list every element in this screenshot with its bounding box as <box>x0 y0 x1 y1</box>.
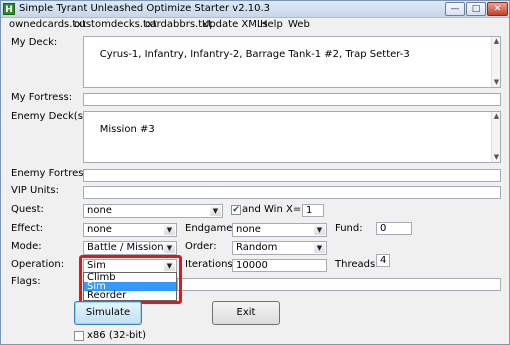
threads-label: Threads: <box>335 259 379 270</box>
effect-label: Effect: <box>11 223 44 234</box>
endgame-select[interactable]: none ▼ <box>232 223 327 237</box>
enemy-fortress-input[interactable] <box>83 169 501 182</box>
menu-update-xmls[interactable]: Update XMLs <box>202 18 268 32</box>
close-button[interactable]: ✕ <box>487 2 508 16</box>
scroll-down-icon[interactable]: ▼ <box>493 79 500 86</box>
exit-button[interactable]: Exit <box>212 301 280 325</box>
scroll-up-icon[interactable]: ▲ <box>493 38 500 45</box>
chevron-down-icon: ▼ <box>164 225 175 235</box>
enemy-decks-value: Mission #3 <box>99 124 155 135</box>
title-bar: H Simple Tyrant Unleashed Optimize Start… <box>1 1 509 18</box>
mode-value: Battle / Mission <box>87 242 164 253</box>
and-win-label: and Win <box>242 204 283 215</box>
iterations-label: Iterations: <box>185 259 236 270</box>
enemy-decks-scrollbar[interactable]: ▲ ▼ <box>491 112 500 162</box>
minimize-button[interactable]: — <box>445 2 465 16</box>
chevron-down-icon: ▼ <box>314 225 325 235</box>
quest-select[interactable]: none ▼ <box>83 204 223 218</box>
fund-input[interactable]: 0 <box>376 222 412 235</box>
enemy-decks-label: Enemy Deck(s): <box>11 111 91 122</box>
simulate-button[interactable]: Simulate <box>74 301 142 325</box>
maximize-button[interactable]: □ <box>466 2 486 16</box>
order-label: Order: <box>185 241 217 252</box>
chevron-down-icon: ▼ <box>164 243 175 253</box>
my-fortress-input[interactable] <box>83 93 501 106</box>
window-title: Simple Tyrant Unleashed Optimize Starter… <box>19 3 271 14</box>
enemy-decks-textarea[interactable]: Mission #3 ▲ ▼ <box>83 111 501 163</box>
vip-units-input[interactable] <box>83 186 501 199</box>
mode-label: Mode: <box>11 241 42 252</box>
quest-label: Quest: <box>11 204 44 215</box>
threads-input[interactable]: 4 <box>376 254 390 267</box>
menu-web[interactable]: Web <box>288 18 310 32</box>
my-fortress-label: My Fortress: <box>11 92 73 103</box>
x86-checkbox[interactable] <box>74 331 84 341</box>
order-select[interactable]: Random ▼ <box>232 241 327 255</box>
my-deck-value: Cyrus-1, Infantry, Infantry-2, Barrage T… <box>99 49 410 60</box>
endgame-label: Endgame: <box>185 223 236 234</box>
menu-bar: ownedcards.txt customdecks.txt cardabbrs… <box>1 18 509 32</box>
quest-value: none <box>87 205 112 216</box>
my-deck-textarea[interactable]: Cyrus-1, Infantry, Infantry-2, Barrage T… <box>83 36 501 88</box>
mode-select[interactable]: Battle / Mission ▼ <box>83 241 177 255</box>
app-window: H Simple Tyrant Unleashed Optimize Start… <box>0 0 510 345</box>
chevron-down-icon: ▼ <box>210 206 221 216</box>
app-icon: H <box>3 3 15 15</box>
x86-label: x86 (32-bit) <box>87 330 147 341</box>
scroll-down-icon[interactable]: ▼ <box>493 154 500 161</box>
effect-select[interactable]: none ▼ <box>83 223 177 237</box>
x-label: X= <box>286 204 302 215</box>
and-win-checkbox[interactable]: ✔ <box>231 205 241 215</box>
flags-label: Flags: <box>11 276 41 287</box>
flags-input[interactable] <box>177 278 501 291</box>
x-input[interactable]: 1 <box>302 204 324 217</box>
vip-units-label: VIP Units: <box>11 185 59 196</box>
endgame-value: none <box>236 224 261 235</box>
chevron-down-icon: ▼ <box>314 243 325 253</box>
order-value: Random <box>236 242 278 253</box>
iterations-input[interactable]: 10000 <box>232 259 327 272</box>
menu-help[interactable]: Help <box>260 18 283 32</box>
operation-label: Operation: <box>11 259 65 270</box>
fund-label: Fund: <box>335 223 363 234</box>
effect-value: none <box>87 224 112 235</box>
enemy-fortress-label: Enemy Fortress: <box>11 168 93 179</box>
highlight-box <box>79 255 182 304</box>
my-deck-label: My Deck: <box>11 37 58 48</box>
my-deck-scrollbar[interactable]: ▲ ▼ <box>491 37 500 87</box>
scroll-up-icon[interactable]: ▲ <box>493 113 500 120</box>
